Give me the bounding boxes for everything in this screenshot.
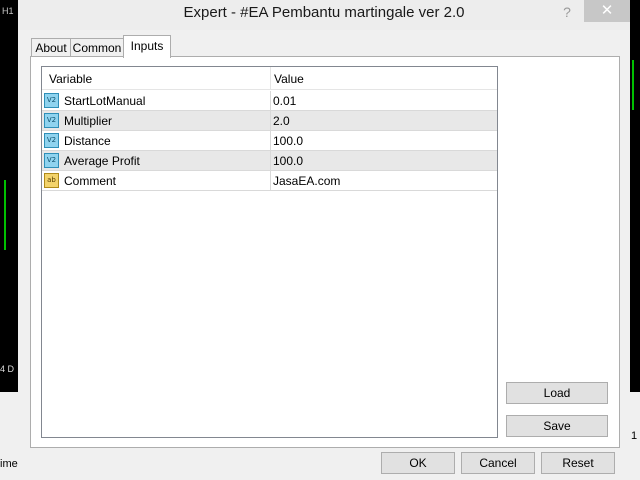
column-header-variable[interactable]: Variable <box>49 67 92 89</box>
table-row[interactable]: V2 Distance 100.0 <box>42 131 497 151</box>
cell-divider <box>270 131 271 151</box>
expert-properties-dialog: Expert - #EA Pembantu martingale ver 2.0… <box>18 0 630 480</box>
close-button[interactable]: ✕ <box>584 0 630 22</box>
chart-timeframe-label: H1 <box>2 6 14 16</box>
table-row[interactable]: V2 Average Profit 100.0 <box>42 151 497 171</box>
table-row[interactable]: ab Comment JasaEA.com <box>42 171 497 191</box>
numeric-variable-icon: V2 <box>44 93 59 108</box>
table-row[interactable]: V2 StartLotManual 0.01 <box>42 91 497 111</box>
terminal-status-area: 1 <box>630 392 640 480</box>
variable-name: Average Profit <box>64 154 140 168</box>
variable-value[interactable]: JasaEA.com <box>273 171 340 191</box>
variable-value[interactable]: 2.0 <box>273 111 290 131</box>
terminal-status-area: ime <box>0 392 18 480</box>
reset-button[interactable]: Reset <box>541 452 615 474</box>
numeric-variable-icon: V2 <box>44 113 59 128</box>
cell-divider <box>270 91 271 111</box>
window-title: Expert - #EA Pembantu martingale ver 2.0 <box>183 4 465 21</box>
table-header: Variable Value <box>42 67 497 90</box>
string-variable-icon: ab <box>44 173 59 188</box>
tab-about[interactable]: About <box>31 38 71 57</box>
chart-axis-label: 4 D <box>0 364 15 374</box>
tab-inputs[interactable]: Inputs <box>123 35 171 58</box>
inputs-table[interactable]: Variable Value V2 StartLotManual 0.01 V2… <box>41 66 498 438</box>
variable-name: StartLotManual <box>64 94 146 108</box>
terminal-background-right: 1 <box>630 0 640 480</box>
load-button[interactable]: Load <box>506 382 608 404</box>
inputs-tab-panel: Variable Value V2 StartLotManual 0.01 V2… <box>30 56 620 448</box>
cancel-button[interactable]: Cancel <box>461 452 535 474</box>
ok-button[interactable]: OK <box>381 452 455 474</box>
cell-divider <box>270 111 271 131</box>
help-button[interactable]: ? <box>554 1 580 23</box>
save-button[interactable]: Save <box>506 415 608 437</box>
variable-value[interactable]: 100.0 <box>273 151 303 171</box>
cell-divider <box>270 171 271 191</box>
terminal-background-left: H1 4 D ime <box>0 0 18 480</box>
chart-candle <box>632 60 634 110</box>
cell-divider <box>270 151 271 171</box>
numeric-variable-icon: V2 <box>44 133 59 148</box>
numeric-variable-icon: V2 <box>44 153 59 168</box>
column-divider[interactable] <box>270 67 271 89</box>
variable-name: Multiplier <box>64 114 113 128</box>
table-row[interactable]: V2 Multiplier 2.0 <box>42 111 497 131</box>
column-header-value[interactable]: Value <box>274 67 304 89</box>
variable-name: Comment <box>64 174 117 188</box>
terminal-status-text: 1 <box>631 430 638 442</box>
variable-value[interactable]: 100.0 <box>273 131 303 151</box>
tab-common[interactable]: Common <box>70 38 124 57</box>
variable-value[interactable]: 0.01 <box>273 91 296 111</box>
variable-name: Distance <box>64 134 111 148</box>
title-bar[interactable]: Expert - #EA Pembantu martingale ver 2.0… <box>18 0 630 30</box>
chart-candle <box>4 180 16 250</box>
terminal-status-text: ime <box>0 458 18 470</box>
